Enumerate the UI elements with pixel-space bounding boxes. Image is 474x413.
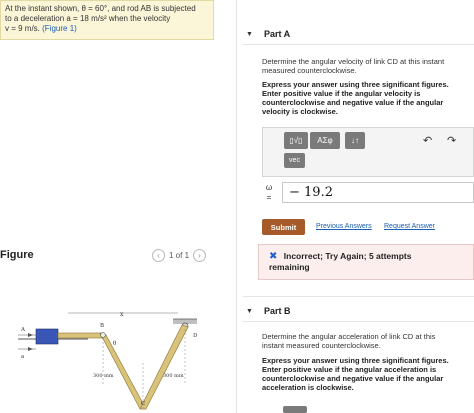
next-figure-button[interactable]: › xyxy=(193,249,207,262)
greek-icon: ΑΣφ xyxy=(317,136,333,145)
part-a-instruction-4: velocity is clockwise. xyxy=(262,107,338,116)
problem-statement: At the instant shown, θ = 60°, and rod A… xyxy=(0,0,214,40)
answer-input[interactable]: − 19.2 xyxy=(282,182,474,203)
label-len-left: 300 mm xyxy=(93,373,114,379)
label-theta: θ xyxy=(113,341,117,347)
link-BC xyxy=(99,332,147,410)
previous-answers-link[interactable]: Previous Answers xyxy=(316,223,372,230)
undo-icon[interactable]: ↶ xyxy=(423,134,432,147)
part-b-header[interactable]: ▼ Part B xyxy=(246,306,290,316)
figure-pager: ‹ 1 of 1 › xyxy=(152,249,207,262)
part-b-prompt-1: Determine the angular acceleration of li… xyxy=(262,332,436,341)
problem-velocity: v = 9 m/s. xyxy=(5,24,40,33)
redo-icon[interactable]: ↷ xyxy=(447,134,456,147)
panel-divider xyxy=(236,0,237,413)
math-toolbar: ▯√▯ ΑΣφ ↓↑ ↶ ↷ vec xyxy=(262,127,474,177)
feedback-sub: remaining xyxy=(269,262,310,272)
mechanism-figure: x A a B D θ 300 mm 300 mm C xyxy=(18,311,198,410)
prev-figure-button[interactable]: ‹ xyxy=(152,249,165,262)
request-answer-link[interactable]: Request Answer xyxy=(384,223,435,230)
figure-title: Figure xyxy=(0,249,34,261)
label-x: x xyxy=(120,311,124,318)
part-a-instruction-2: Enter positive value if the angular velo… xyxy=(262,89,421,98)
part-a-instruction-3: counterclockwise and negative value if t… xyxy=(262,98,444,107)
part-a-label: Part A xyxy=(263,29,291,39)
label-D: D xyxy=(193,333,198,339)
part-b-instruction-4: acceleration is clockwise. xyxy=(262,383,354,392)
omega-symbol: ω xyxy=(265,183,273,192)
sort-button[interactable]: ↓↑ xyxy=(345,132,365,149)
figure-page-count: 1 of 1 xyxy=(169,251,190,260)
collapse-caret-icon[interactable]: ▼ xyxy=(246,308,253,315)
part-b-instruction-1: Express your answer using three signific… xyxy=(262,356,449,365)
label-a: a xyxy=(21,354,25,360)
part-b-prompt-2: instant measured counterclockwise. xyxy=(262,341,381,350)
feedback-box: ✖ Incorrect; Try Again; 5 attempts remai… xyxy=(258,244,474,280)
problem-line-3: v = 9 m/s. (Figure 1) xyxy=(5,24,209,34)
submit-button[interactable]: Submit xyxy=(262,219,305,235)
greek-button[interactable]: ΑΣφ xyxy=(310,132,340,149)
part-a-prompt-1: Determine the angular velocity of link C… xyxy=(262,57,445,66)
divider-part-b xyxy=(243,321,474,322)
label-C: C xyxy=(141,401,145,407)
rod-AB xyxy=(57,332,104,339)
problem-line-1: At the instant shown, θ = 60°, and rod A… xyxy=(5,4,196,13)
label-A: A xyxy=(20,327,26,333)
part-b-instruction-3: counterclockwise and negative value if t… xyxy=(262,374,444,383)
templates-button[interactable]: ▯√▯ xyxy=(284,132,308,149)
feedback-line-1: ✖ Incorrect; Try Again; 5 attempts xyxy=(269,251,467,262)
divider-part-a xyxy=(243,44,474,45)
sort-icon: ↓↑ xyxy=(351,136,359,145)
collapse-caret-icon[interactable]: ▼ xyxy=(246,31,253,38)
pin-B xyxy=(100,332,106,338)
templates-icon: ▯√▯ xyxy=(289,136,303,145)
part-b-instruction-2: Enter positive value if the angular acce… xyxy=(262,365,437,374)
part-a-header[interactable]: ▼ Part A xyxy=(246,29,290,39)
equals-symbol: = xyxy=(266,193,272,202)
label-B: B xyxy=(100,323,104,329)
incorrect-icon: ✖ xyxy=(269,251,278,262)
divider-part-b-top xyxy=(243,296,474,297)
part-a-prompt-2: measured counterclockwise. xyxy=(262,66,357,75)
answer-label: ω = xyxy=(263,183,275,203)
label-len-right: 300 mm xyxy=(163,373,184,379)
vec-button[interactable]: vec xyxy=(284,153,305,168)
feedback-title: Incorrect; Try Again; 5 attempts xyxy=(283,251,412,261)
part-a-instruction-1: Express your answer using three signific… xyxy=(262,80,449,89)
part-b-label: Part B xyxy=(263,306,291,316)
part-b-templates-button[interactable] xyxy=(283,406,307,413)
slider-block xyxy=(35,328,59,345)
problem-line-2: to a deceleration a = 18 m/s² when the v… xyxy=(5,14,171,23)
link-CD xyxy=(139,324,189,410)
figure-link[interactable]: (Figure 1) xyxy=(42,24,77,33)
